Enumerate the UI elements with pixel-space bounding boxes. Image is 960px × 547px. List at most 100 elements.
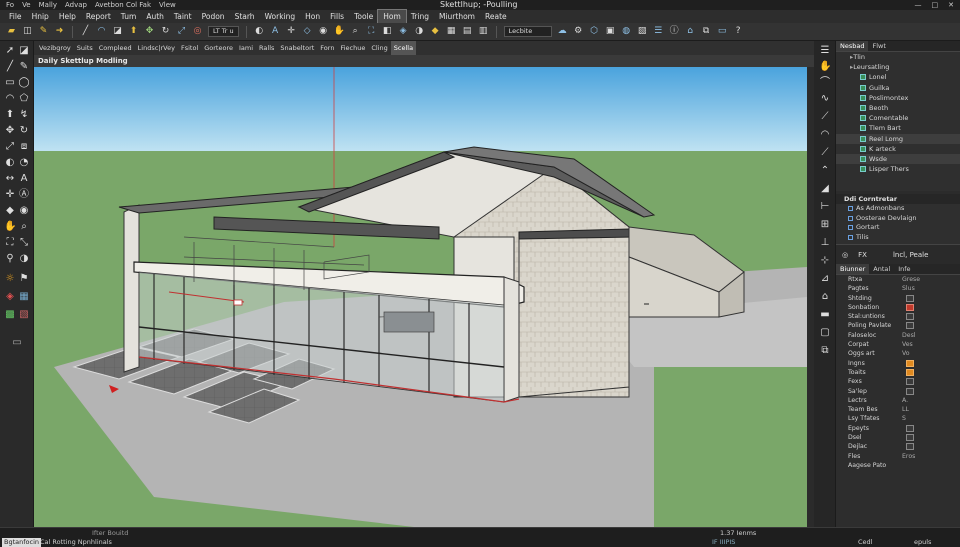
layout-icon[interactable]: ▭ <box>717 26 728 37</box>
menu-item[interactable]: Tum <box>116 10 142 23</box>
position-camera-icon[interactable]: ⚑ <box>18 273 30 285</box>
wave-icon[interactable]: ∿ <box>819 93 831 105</box>
push-pull-icon[interactable]: ⬆ <box>4 109 16 121</box>
folder-icon[interactable]: ▰ <box>6 26 17 37</box>
outliner-row[interactable]: Poslimontex <box>836 93 960 103</box>
component-thumb-icon[interactable]: ◎ <box>842 251 848 259</box>
property-value[interactable]: Vo <box>902 349 910 358</box>
outliner-row[interactable]: Guilka <box>836 83 960 93</box>
outliner-row[interactable]: Lisper Thers <box>836 164 960 174</box>
outliner-row[interactable]: Comentable <box>836 113 960 123</box>
scene-icon[interactable]: ▧ <box>637 26 648 37</box>
shadow-icon[interactable]: ▤ <box>462 26 473 37</box>
visibility-checkbox[interactable] <box>860 105 866 112</box>
push-pull-icon[interactable]: ⬆ <box>128 26 139 37</box>
walk-icon[interactable]: ⚲ <box>4 253 16 265</box>
maximize-icon[interactable]: □ <box>932 0 939 10</box>
toolbar2-item[interactable]: Ralls <box>256 41 277 55</box>
property-row[interactable]: Team Bes LL <box>836 405 960 414</box>
toolbar2-item[interactable]: Compleed <box>96 41 135 55</box>
property-checkbox[interactable] <box>906 303 914 311</box>
info-icon[interactable]: ⓘ <box>669 26 680 37</box>
visibility-checkbox[interactable] <box>860 84 866 91</box>
property-row[interactable]: Rtxa Grese <box>836 275 960 284</box>
arc-icon[interactable]: ◠ <box>96 26 107 37</box>
title-menu-item[interactable]: Fo <box>6 0 14 10</box>
property-row[interactable]: Faloseloc Desl <box>836 331 960 340</box>
outliner-row[interactable]: ▸ Tlin <box>836 52 960 62</box>
menu-item[interactable]: Toole <box>349 10 378 23</box>
property-checkbox[interactable] <box>906 434 914 442</box>
warehouse-icon[interactable]: ⌂ <box>685 26 696 37</box>
property-row[interactable]: Dejlac <box>836 442 960 451</box>
outliner-row[interactable]: Reel Lomg <box>836 133 960 144</box>
component-item[interactable]: As Admonbans <box>836 204 960 214</box>
property-value[interactable]: Desl <box>902 331 916 340</box>
fx-label[interactable]: FX <box>858 251 867 259</box>
property-checkbox[interactable] <box>906 387 914 395</box>
zoom-icon[interactable]: ⌕ <box>18 221 30 233</box>
arc-icon[interactable]: ◠ <box>819 129 831 141</box>
frame-icon[interactable]: ▢ <box>819 327 831 339</box>
tab-outliner[interactable]: Nesbad <box>836 41 869 51</box>
outliner-row[interactable]: Beoth <box>836 103 960 113</box>
gable-icon[interactable]: ⌃ <box>819 165 831 177</box>
cut-icon[interactable]: ⊹ <box>819 255 831 267</box>
camera-icon[interactable]: ◧ <box>382 26 393 37</box>
paint-bucket-icon[interactable]: ◆ <box>4 205 16 217</box>
arc-icon[interactable]: ◠ <box>4 93 16 105</box>
menu-item[interactable]: Hon <box>300 10 325 23</box>
property-row[interactable]: Aagese Pato <box>836 461 960 470</box>
property-checkbox[interactable] <box>906 368 914 376</box>
slope-icon[interactable]: ⟋ <box>819 111 831 123</box>
property-row[interactable]: Toaits <box>836 368 960 377</box>
outliner-row[interactable]: K arteck <box>836 144 960 154</box>
property-value[interactable]: Grese <box>902 275 920 284</box>
section-icon[interactable]: ◇ <box>302 26 313 37</box>
tab-infe[interactable]: Infe <box>894 264 914 274</box>
axes-icon[interactable]: ✛ <box>4 189 16 201</box>
toolbar2-item[interactable]: Fiechue <box>337 41 368 55</box>
save-icon[interactable]: ◫ <box>22 26 33 37</box>
curve-icon[interactable]: ⌒ <box>819 77 831 89</box>
toolbar2-item[interactable]: Vezibgroy <box>36 41 74 55</box>
look-icon[interactable]: ◑ <box>414 26 425 37</box>
arrow-icon[interactable]: ➜ <box>54 26 65 37</box>
toolbar2-item[interactable]: Gorteore <box>201 41 236 55</box>
visibility-checkbox[interactable] <box>860 135 866 142</box>
slab-icon[interactable]: ▬ <box>819 309 831 321</box>
polygon-icon[interactable]: ⬠ <box>18 93 30 105</box>
menu-item[interactable]: Report <box>81 10 116 23</box>
settings-icon[interactable]: ⚙ <box>573 26 584 37</box>
cloud-icon[interactable]: ☁ <box>557 26 568 37</box>
close-icon[interactable]: ✕ <box>948 0 954 10</box>
dimension-icon[interactable]: ↔ <box>4 173 16 185</box>
style-icon[interactable]: ◍ <box>621 26 632 37</box>
minimize-icon[interactable]: — <box>915 0 922 10</box>
property-checkbox[interactable] <box>906 313 914 321</box>
property-value[interactable]: Slus <box>902 284 915 293</box>
zoom-window-icon[interactable]: ⛶ <box>4 237 16 249</box>
visibility-checkbox[interactable] <box>860 115 866 122</box>
property-row[interactable]: Dsel <box>836 433 960 442</box>
toolbar2-item[interactable]: Lindsc|rVey <box>135 41 178 55</box>
section-plane-icon[interactable]: ◈ <box>4 291 16 303</box>
title-menu-item[interactable]: Mally <box>39 0 57 10</box>
visibility-checkbox[interactable] <box>860 94 866 101</box>
property-row[interactable]: Lsy Tfates S <box>836 414 960 423</box>
walk-icon[interactable]: ◈ <box>398 26 409 37</box>
3d-text-icon[interactable]: Ⓐ <box>18 189 30 201</box>
hand-icon[interactable]: ✋ <box>819 61 831 73</box>
property-row[interactable]: Lectrs A. <box>836 396 960 405</box>
title-menu-item[interactable]: Advap <box>65 0 87 10</box>
rotate-icon[interactable]: ↻ <box>160 26 171 37</box>
property-value[interactable]: Ves <box>902 340 913 349</box>
property-row[interactable]: Fexs <box>836 377 960 386</box>
toolbar2-item[interactable]: Suits <box>74 41 96 55</box>
sandbox-icon[interactable]: ▦ <box>18 291 30 303</box>
menu-item[interactable]: Taint <box>169 10 197 23</box>
title-menu-item[interactable]: Ve <box>22 0 31 10</box>
model-viewport[interactable] <box>34 67 807 527</box>
property-checkbox[interactable] <box>906 322 914 330</box>
eraser-icon[interactable]: ◪ <box>18 45 30 57</box>
